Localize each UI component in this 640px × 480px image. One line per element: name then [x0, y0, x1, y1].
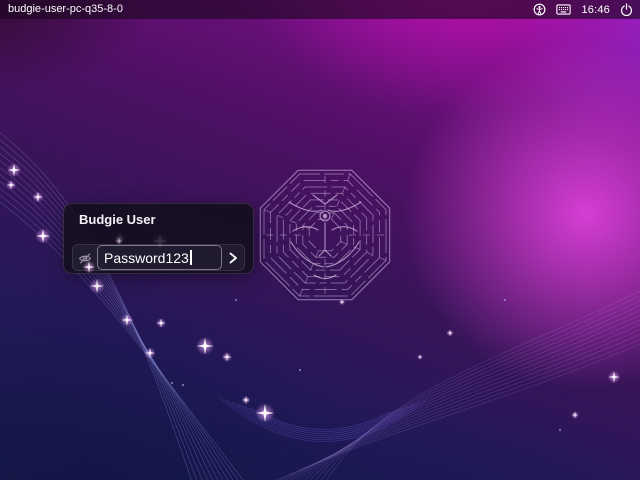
password-text: Password123 — [104, 250, 189, 266]
accessibility-icon[interactable] — [533, 3, 546, 16]
login-dialog: Budgie User Password123 — [63, 203, 254, 274]
chevron-right-icon — [227, 251, 239, 265]
login-submit-button[interactable] — [222, 251, 244, 265]
password-row: Password123 — [72, 244, 245, 271]
power-icon[interactable] — [620, 3, 633, 16]
eye-off-icon[interactable] — [73, 251, 97, 265]
top-panel: budgie-user-pc-q35-8-0 — [0, 0, 640, 19]
hostname-label: budgie-user-pc-q35-8-0 — [0, 0, 123, 19]
password-input[interactable]: Password123 — [97, 245, 222, 270]
clock: 16:46 — [581, 4, 610, 16]
keyboard-layout-icon[interactable] — [556, 4, 571, 15]
text-caret — [190, 250, 192, 265]
username-label: Budgie User — [79, 212, 156, 227]
panel-indicators: 16:46 — [533, 3, 640, 16]
